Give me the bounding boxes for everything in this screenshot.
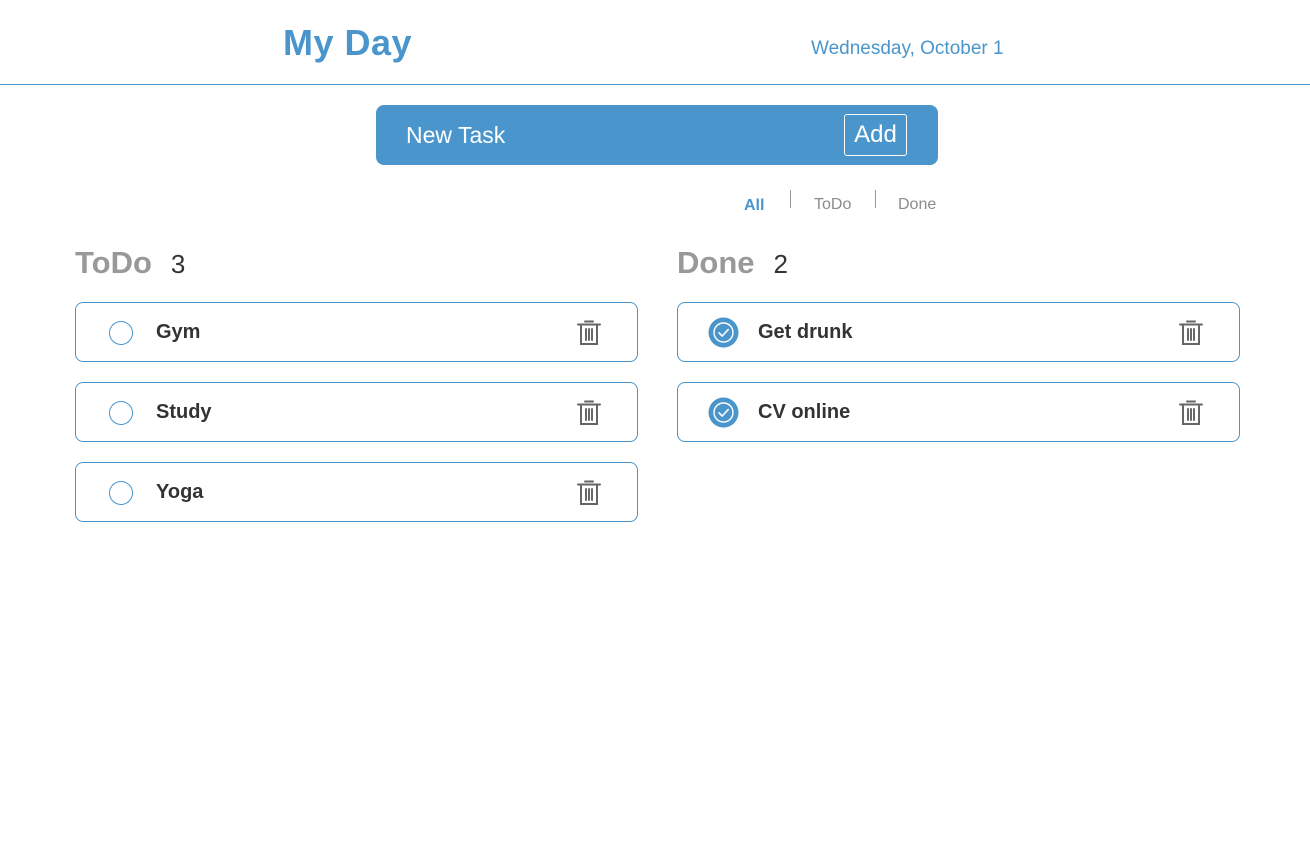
trash-icon[interactable] [576, 479, 602, 507]
filter-separator [790, 190, 791, 208]
check-circle-icon[interactable] [708, 317, 739, 348]
filter-done[interactable]: Done [898, 196, 936, 214]
trash-icon[interactable] [576, 319, 602, 347]
todo-task-item: Study [75, 382, 638, 442]
add-task-button[interactable]: Add [844, 114, 907, 156]
filter-todo[interactable]: ToDo [814, 196, 851, 214]
todo-column-title: ToDo [75, 245, 152, 280]
task-label: Get drunk [758, 321, 853, 343]
filter-separator [875, 190, 876, 208]
todo-task-item: Gym [75, 302, 638, 362]
trash-icon[interactable] [576, 399, 602, 427]
todo-count: 3 [170, 249, 186, 279]
filter-bar: All ToDo Done [0, 190, 1310, 220]
todo-column-header: ToDo 3 [75, 245, 185, 281]
trash-icon[interactable] [1178, 319, 1204, 347]
done-column-header: Done 2 [677, 245, 788, 281]
done-task-item: CV online [677, 382, 1240, 442]
done-task-item: Get drunk [677, 302, 1240, 362]
task-label: Yoga [156, 481, 204, 503]
new-task-input[interactable] [406, 119, 826, 151]
done-column-title: Done [677, 245, 755, 280]
check-circle-icon[interactable] [708, 397, 739, 428]
app-header: My Day Wednesday, October 1 [0, 0, 1310, 85]
task-label: Study [156, 401, 212, 423]
trash-icon[interactable] [1178, 399, 1204, 427]
circle-outline-icon[interactable] [109, 401, 133, 425]
filter-all[interactable]: All [744, 197, 764, 215]
circle-outline-icon[interactable] [109, 481, 133, 505]
todo-task-item: Yoga [75, 462, 638, 522]
done-count: 2 [773, 249, 788, 279]
current-date: Wednesday, October 1 [811, 38, 1004, 59]
circle-outline-icon[interactable] [109, 321, 133, 345]
app-title: My Day [283, 22, 413, 63]
new-task-bar: Add [376, 105, 938, 165]
task-label: Gym [156, 321, 201, 343]
task-label: CV online [758, 401, 851, 423]
